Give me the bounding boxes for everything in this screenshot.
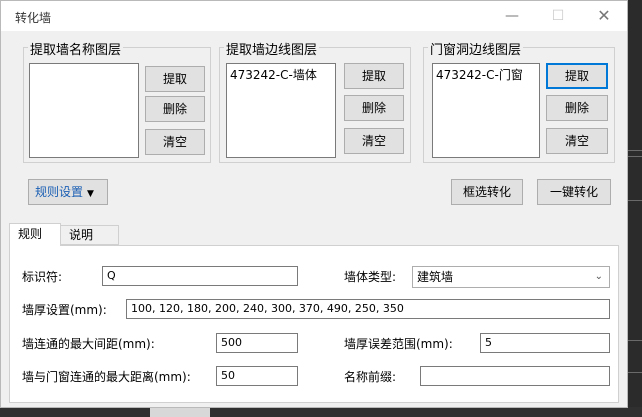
group-door-window-layer: 门窗洞边线图层 473242-C-门窗 提取 删除 清空 xyxy=(423,39,615,163)
door-distance-label: 墙与门窗连通的最大距离(mm): xyxy=(22,370,191,384)
identifier-input[interactable]: Q xyxy=(102,266,298,286)
wall-type-label: 墙体类型: xyxy=(344,270,397,284)
wall-type-value: 建筑墙 xyxy=(417,270,454,284)
max-gap-input[interactable]: 500 xyxy=(216,333,298,353)
rules-panel: 标识符: Q 墙体类型: 建筑墙 ⌄ 墙厚设置(mm): 100, 120, 1… xyxy=(9,245,619,403)
clear-button-door-window[interactable]: 清空 xyxy=(546,128,608,154)
tab-description[interactable]: 说明 xyxy=(61,225,119,245)
name-prefix-input[interactable] xyxy=(420,366,610,386)
tab-rules[interactable]: 规则 xyxy=(9,223,61,246)
identifier-label: 标识符: xyxy=(22,270,63,284)
clear-button-wall-edge[interactable]: 清空 xyxy=(344,128,404,154)
wall-name-layer-list[interactable] xyxy=(29,63,139,158)
delete-button-door-window[interactable]: 删除 xyxy=(546,95,608,121)
maximize-icon[interactable]: ☐ xyxy=(535,1,581,31)
caret-down-icon: ▼ xyxy=(87,189,94,199)
minimize-icon[interactable]: — xyxy=(489,1,535,31)
group-label-wall-edge-layer: 提取墙边线图层 xyxy=(224,39,320,58)
group-wall-name-layer: 提取墙名称图层 提取 删除 清空 xyxy=(23,39,211,163)
extract-button-door-window[interactable]: 提取 xyxy=(546,63,608,89)
max-gap-label: 墙连通的最大间距(mm): xyxy=(22,337,155,351)
thickness-input[interactable]: 100, 120, 180, 200, 240, 300, 370, 490, … xyxy=(126,299,610,319)
title-bar[interactable]: 转化墙 — ☐ ✕ xyxy=(1,1,627,31)
extract-button-name-layer[interactable]: 提取 xyxy=(145,66,205,92)
one-click-convert-button[interactable]: 一键转化 xyxy=(537,179,611,205)
thickness-tolerance-input[interactable]: 5 xyxy=(480,333,610,353)
group-wall-edge-layer: 提取墙边线图层 473242-C-墙体 提取 删除 清空 xyxy=(219,39,411,163)
convert-wall-dialog: 转化墙 — ☐ ✕ 提取墙名称图层 提取 删除 清空 提取墙边线图层 47324… xyxy=(0,0,628,408)
door-distance-input[interactable]: 50 xyxy=(216,366,298,386)
delete-button-name-layer[interactable]: 删除 xyxy=(145,96,205,122)
clear-button-name-layer[interactable]: 清空 xyxy=(145,129,205,155)
delete-button-wall-edge[interactable]: 删除 xyxy=(344,95,404,121)
extract-button-wall-edge[interactable]: 提取 xyxy=(344,63,404,89)
wall-type-select[interactable]: 建筑墙 ⌄ xyxy=(412,266,610,288)
list-item[interactable]: 473242-C-门窗 xyxy=(436,66,536,83)
background-tab xyxy=(150,407,210,417)
box-select-convert-button[interactable]: 框选转化 xyxy=(451,179,523,205)
close-icon[interactable]: ✕ xyxy=(581,1,627,31)
chevron-down-icon: ⌄ xyxy=(594,271,603,282)
background-app-strip xyxy=(628,0,642,417)
rules-settings-label: 规则设置 xyxy=(35,185,84,199)
group-label-wall-name-layer: 提取墙名称图层 xyxy=(28,39,124,58)
list-item[interactable]: 473242-C-墙体 xyxy=(230,66,332,83)
door-window-layer-list[interactable]: 473242-C-门窗 xyxy=(432,63,540,158)
window-title: 转化墙 xyxy=(15,11,52,25)
name-prefix-label: 名称前缀: xyxy=(344,370,397,384)
thickness-tolerance-label: 墙厚误差范围(mm): xyxy=(344,337,453,351)
wall-edge-layer-list[interactable]: 473242-C-墙体 xyxy=(226,63,336,158)
group-label-door-window-layer: 门窗洞边线图层 xyxy=(428,39,524,58)
thickness-label: 墙厚设置(mm): xyxy=(22,303,107,317)
rules-settings-button[interactable]: 规则设置 ▼ xyxy=(28,179,108,205)
background-app-bottom xyxy=(0,407,642,417)
